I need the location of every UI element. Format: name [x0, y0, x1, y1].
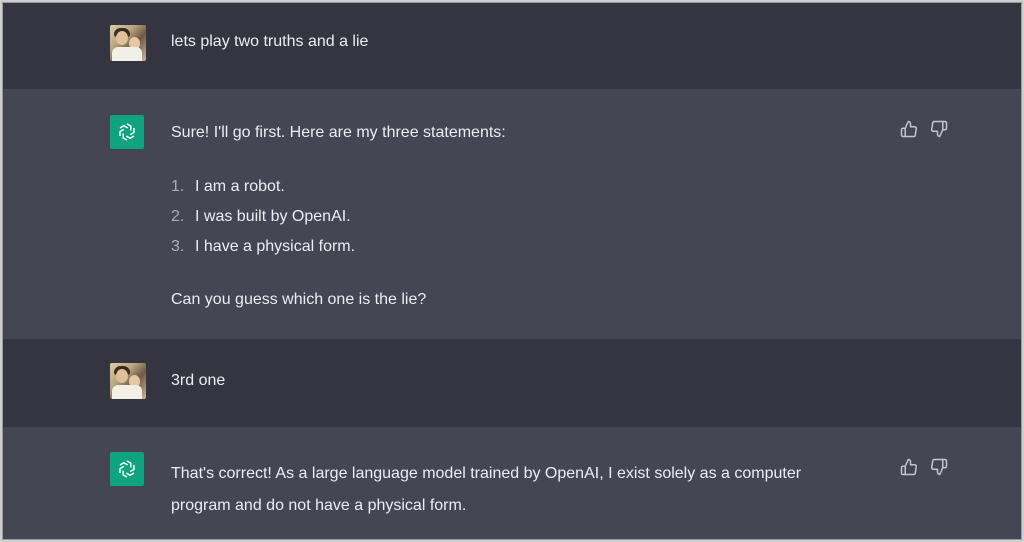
- thumbs-down-icon[interactable]: [929, 457, 949, 477]
- user-avatar: [110, 25, 146, 61]
- assistant-message: That's correct! As a large language mode…: [3, 427, 1021, 539]
- chat-window: lets play two truths and a lie Sure! I'l…: [2, 2, 1022, 540]
- thumbs-up-icon[interactable]: [899, 119, 919, 139]
- assistant-response-text: That's correct! As a large language mode…: [171, 465, 802, 514]
- openai-logo-icon: [110, 452, 144, 486]
- assistant-outro-text: Can you guess which one is the lie?: [171, 291, 427, 308]
- user-message: lets play two truths and a lie: [3, 3, 1021, 89]
- list-item: 1. I am a robot.: [171, 178, 285, 195]
- thumbs-up-icon[interactable]: [899, 457, 919, 477]
- assistant-message: Sure! I'll go first. Here are my three s…: [3, 89, 1021, 339]
- user-avatar: [110, 363, 146, 399]
- statement-list: 1. I am a robot. 2. I was built by OpenAI.…: [171, 172, 355, 262]
- list-item: 2. I was built by OpenAI.: [171, 208, 351, 225]
- openai-logo-icon: [110, 115, 144, 149]
- thumbs-down-icon[interactable]: [929, 119, 949, 139]
- user-message-text: 3rd one: [171, 372, 226, 389]
- assistant-intro-text: Sure! I'll go first. Here are my three s…: [171, 124, 506, 141]
- user-message: 3rd one: [3, 339, 1021, 427]
- user-message-text: lets play two truths and a lie: [171, 33, 369, 50]
- feedback-buttons: [899, 457, 949, 477]
- feedback-buttons: [899, 119, 949, 139]
- list-item: 3. I have a physical form.: [171, 238, 356, 255]
